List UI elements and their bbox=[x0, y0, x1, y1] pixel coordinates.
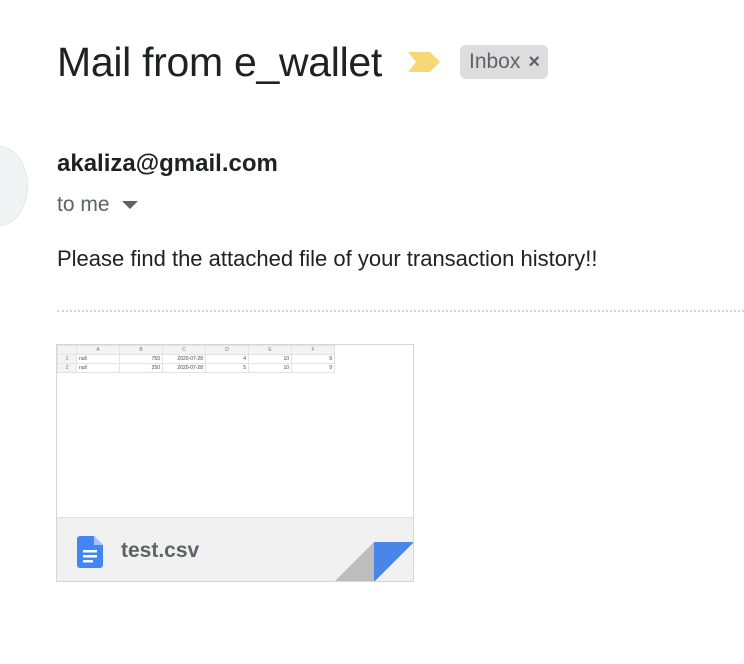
attachment-preview[interactable]: A B C D E F 1 null 750 2020-07-28 4 10 9… bbox=[57, 345, 413, 517]
table-cell: 10 bbox=[248, 363, 292, 373]
column-header: F bbox=[291, 345, 335, 355]
table-cell: 10 bbox=[248, 354, 292, 364]
attachments-divider bbox=[57, 310, 744, 312]
table-cell: 2020-07-28 bbox=[162, 354, 206, 364]
corner-cell bbox=[57, 345, 77, 355]
table-cell: null bbox=[76, 354, 120, 364]
sender-email[interactable]: akaliza@gmail.com bbox=[57, 150, 278, 178]
subject-row: Mail from e_wallet Inbox × bbox=[57, 34, 549, 90]
email-body: Please find the attached file of your tr… bbox=[57, 246, 598, 271]
row-number: 2 bbox=[57, 363, 77, 373]
table-cell: 9 bbox=[291, 363, 335, 373]
table-cell: null bbox=[76, 363, 120, 373]
caret-down-icon[interactable] bbox=[121, 201, 138, 209]
remove-label-icon[interactable]: × bbox=[528, 51, 540, 74]
page-fold-corner bbox=[335, 542, 413, 581]
column-header: E bbox=[248, 345, 292, 355]
spreadsheet-preview: A B C D E F 1 null 750 2020-07-28 4 10 9… bbox=[57, 345, 335, 373]
table-cell: 4 bbox=[205, 354, 249, 364]
table-row: 1 null 750 2020-07-28 4 10 9 bbox=[57, 354, 335, 364]
column-header: D bbox=[205, 345, 249, 355]
attachment-card[interactable]: A B C D E F 1 null 750 2020-07-28 4 10 9… bbox=[56, 344, 414, 582]
table-cell: 5 bbox=[205, 363, 249, 373]
recipient-text: to me bbox=[57, 193, 110, 216]
inbox-label-chip: Inbox × bbox=[459, 45, 549, 79]
column-header: A bbox=[76, 345, 120, 355]
email-subject: Mail from e_wallet bbox=[57, 39, 382, 85]
table-cell: 9 bbox=[291, 354, 335, 364]
importance-marker-icon[interactable] bbox=[407, 50, 440, 74]
column-header: B bbox=[119, 345, 163, 355]
google-docs-icon bbox=[77, 536, 103, 568]
column-header: C bbox=[162, 345, 206, 355]
sender-avatar[interactable] bbox=[0, 146, 28, 226]
table-cell: 750 bbox=[119, 354, 163, 364]
table-cell: 2020-07-28 bbox=[162, 363, 206, 373]
row-number: 1 bbox=[57, 354, 77, 364]
recipient-details-toggle[interactable]: to me bbox=[57, 193, 138, 217]
attachment-file-name: test.csv bbox=[121, 539, 200, 562]
table-row: 2 null 250 2020-07-28 5 10 9 bbox=[57, 363, 335, 373]
table-cell: 250 bbox=[119, 363, 163, 373]
inbox-label-text: Inbox bbox=[468, 50, 521, 73]
email-view: Mail from e_wallet Inbox × akaliza@gmail… bbox=[0, 0, 744, 664]
